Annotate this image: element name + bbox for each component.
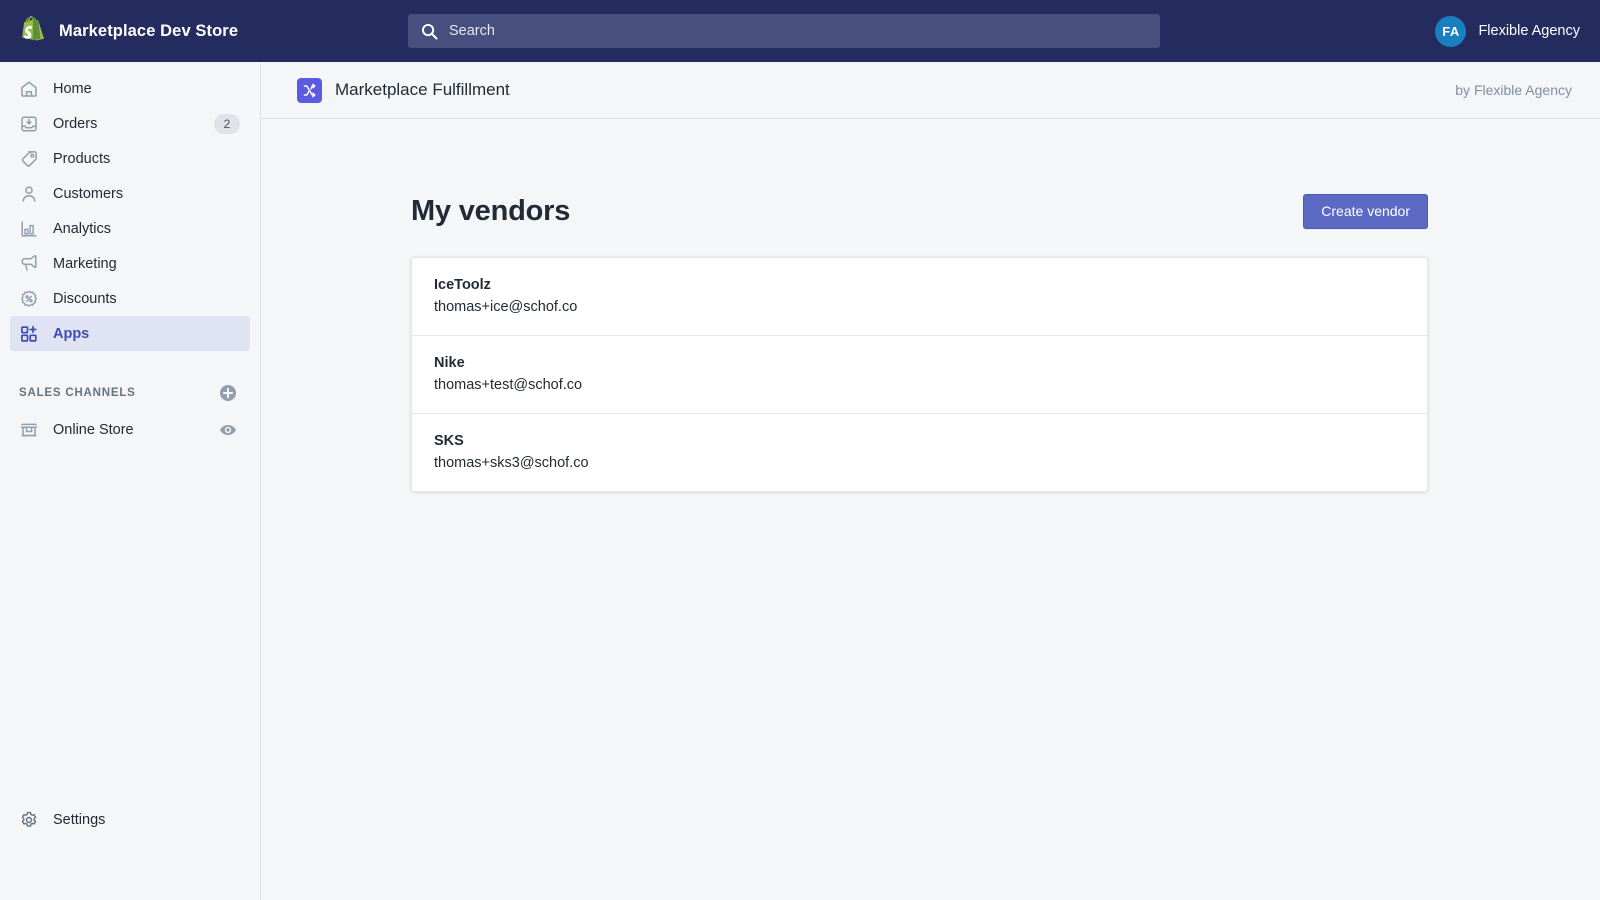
sidebar-item-products[interactable]: Products	[10, 141, 250, 176]
page-title: My vendors	[411, 195, 571, 228]
app-title: Marketplace Fulfillment	[335, 80, 510, 99]
megaphone-icon	[19, 254, 39, 274]
app-author: by Flexible Agency	[1455, 82, 1572, 98]
discount-percent-icon	[19, 289, 39, 309]
sidebar-item-label: Orders	[53, 115, 98, 132]
sidebar-item-label: Apps	[53, 325, 90, 342]
search-icon	[420, 22, 439, 41]
sidebar: Home Orders 2 Products Customers Analyti…	[0, 62, 261, 900]
sidebar-item-label: Customers	[53, 185, 124, 202]
vendor-name: SKS	[434, 433, 464, 449]
main-content: My vendors Create vendor IceToolz thomas…	[261, 119, 1600, 900]
search-container: Search	[408, 14, 1160, 48]
search-input[interactable]: Search	[408, 14, 1160, 48]
sidebar-item-discounts[interactable]: Discounts	[10, 281, 250, 316]
account-menu[interactable]: FA Flexible Agency	[1435, 0, 1580, 62]
vendor-name: IceToolz	[434, 277, 491, 293]
vendor-name: Nike	[434, 355, 465, 371]
sidebar-item-label: Home	[53, 80, 92, 97]
bar-chart-icon	[19, 219, 39, 239]
sidebar-item-label: Discounts	[53, 290, 117, 307]
avatar: FA	[1435, 15, 1467, 47]
top-bar: Marketplace Dev Store Search FA Flexible…	[0, 0, 1600, 62]
settings-container: Settings	[0, 802, 260, 837]
plus-circle-icon[interactable]	[218, 383, 238, 403]
sidebar-item-apps[interactable]: Apps	[10, 316, 250, 351]
search-placeholder: Search	[449, 23, 495, 39]
sidebar-item-label: Analytics	[53, 220, 112, 237]
sidebar-item-home[interactable]: Home	[10, 71, 250, 106]
sidebar-item-label: Marketing	[53, 255, 117, 272]
sidebar-item-customers[interactable]: Customers	[10, 176, 250, 211]
page-header: My vendors Create vendor	[411, 194, 1428, 230]
store-brand[interactable]: Marketplace Dev Store	[0, 0, 260, 62]
sidebar-item-marketing[interactable]: Marketing	[10, 246, 250, 281]
sidebar-item-settings[interactable]: Settings	[10, 802, 250, 837]
orders-badge: 2	[214, 113, 240, 134]
sidebar-item-label: Settings	[53, 811, 106, 828]
app-title-group: Marketplace Fulfillment	[297, 77, 510, 103]
apps-grid-plus-icon	[19, 324, 39, 344]
vendor-email: thomas+test@schof.co	[434, 377, 583, 393]
store-name: Marketplace Dev Store	[59, 21, 239, 40]
sidebar-item-label: Products	[53, 150, 111, 167]
vendor-email: thomas+sks3@schof.co	[434, 455, 589, 471]
shuffle-arrows-icon	[297, 77, 322, 103]
account-name: Flexible Agency	[1478, 23, 1580, 39]
sidebar-item-orders[interactable]: Orders 2	[10, 106, 250, 141]
sidebar-nav: Home Orders 2 Products Customers Analyti…	[0, 62, 260, 351]
sales-channels-title: SALES CHANNELS	[19, 387, 136, 399]
list-item[interactable]: Nike thomas+test@schof.co	[412, 336, 1427, 414]
app-header-bar: Marketplace Fulfillment by Flexible Agen…	[261, 62, 1600, 119]
vendor-list-card: IceToolz thomas+ice@schof.co Nike thomas…	[411, 257, 1428, 492]
storefront-icon	[19, 420, 39, 440]
sales-channels-header: SALES CHANNELS	[10, 376, 250, 410]
sidebar-item-label: Online Store	[53, 421, 134, 438]
eye-icon[interactable]	[218, 420, 238, 440]
gear-icon	[19, 810, 39, 830]
create-vendor-button[interactable]: Create vendor	[1303, 194, 1428, 230]
sidebar-item-analytics[interactable]: Analytics	[10, 211, 250, 246]
home-icon	[19, 79, 39, 99]
sidebar-item-online-store[interactable]: Online Store	[10, 412, 250, 447]
list-item[interactable]: SKS thomas+sks3@schof.co	[412, 414, 1427, 491]
shopify-bag-icon	[18, 16, 46, 46]
orders-inbox-icon	[19, 114, 39, 134]
list-item[interactable]: IceToolz thomas+ice@schof.co	[412, 258, 1427, 336]
vendor-email: thomas+ice@schof.co	[434, 299, 578, 315]
person-icon	[19, 184, 39, 204]
tag-icon	[19, 149, 39, 169]
